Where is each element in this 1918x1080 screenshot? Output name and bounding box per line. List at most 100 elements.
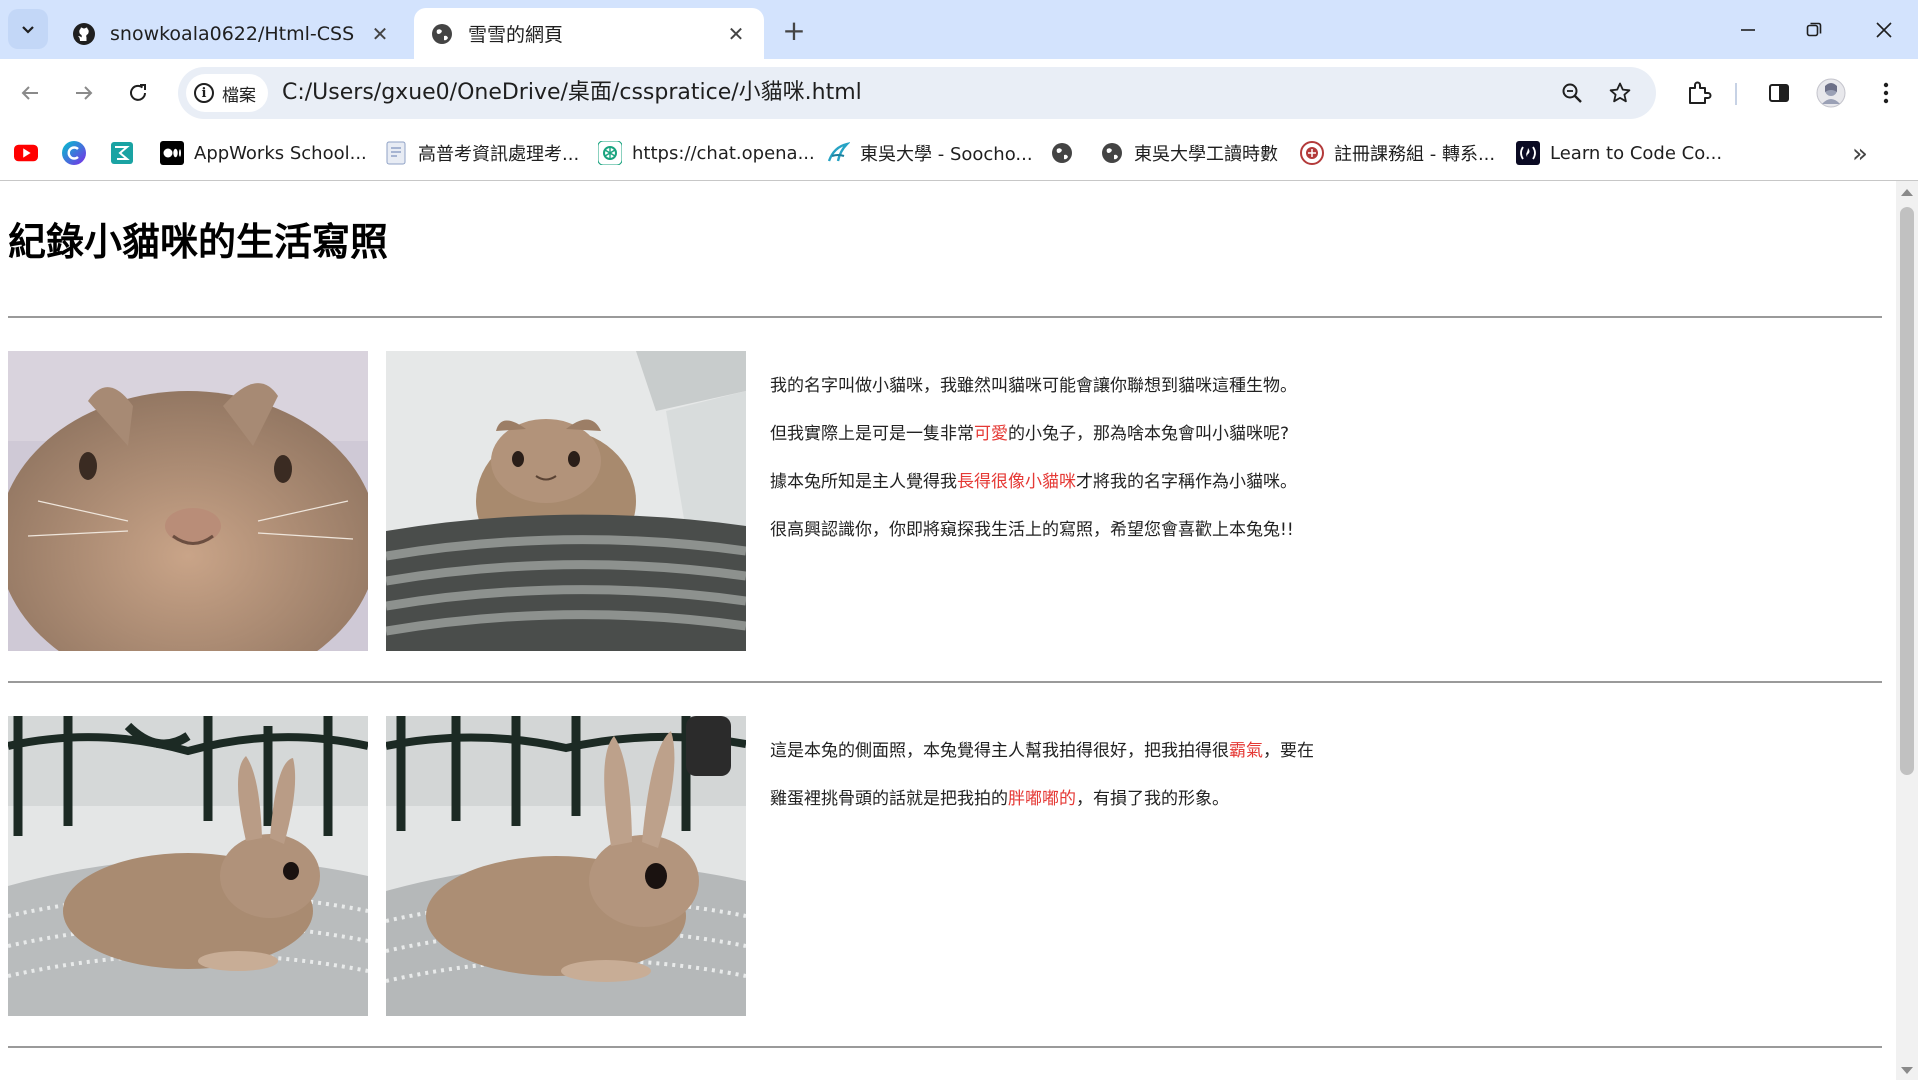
bookmark-freecodecamp[interactable]: Learn to Code Co... <box>1516 139 1722 167</box>
bookmarks-bar: AppWorks School... 高普考資訊處理考... https://c… <box>0 133 1918 173</box>
text-segment: 我的名字叫做小貓咪，我雖然叫貓咪可能會讓你聯想到貓咪這種生物。 <box>770 376 1297 396</box>
document-icon <box>384 141 408 165</box>
seal-icon <box>1300 141 1324 165</box>
text-segment: 雞蛋裡挑骨頭的話就是把我拍的 <box>770 789 1008 809</box>
highlighted-text: 胖嘟嘟的 <box>1008 789 1076 809</box>
divider <box>8 681 1882 683</box>
page-title: 紀錄小貓咪的生活寫照 <box>8 220 389 264</box>
arrow-right-icon <box>76 86 93 100</box>
bookmark-globe[interactable] <box>1050 139 1084 167</box>
bookmark-registrar[interactable]: 註冊課務組 - 轉系... <box>1300 139 1495 167</box>
globe-icon <box>1050 141 1074 165</box>
extensions-icon[interactable] <box>1683 77 1715 109</box>
bookmark-soochow[interactable]: 東吳大學 - Soocho... <box>826 139 1033 167</box>
text-segment: ，有損了我的形象。 <box>1076 789 1229 809</box>
text-segment: 很高興認識你，你即將窺探我生活上的寫照，希望您會喜歡上本兔兔!! <box>770 520 1294 540</box>
tab-search-button[interactable] <box>8 9 48 49</box>
freecodecamp-icon <box>1516 141 1540 165</box>
close-icon <box>1876 22 1892 38</box>
side-line-2: 雞蛋裡挑骨頭的話就是把我拍的胖嘟嘟的，有損了我的形象。 <box>770 784 1229 809</box>
globe-icon <box>430 22 454 46</box>
new-tab-button[interactable]: + <box>778 14 810 47</box>
chevron-down-icon <box>22 26 34 34</box>
back-button[interactable] <box>12 75 48 111</box>
reload-button[interactable] <box>120 75 156 111</box>
scroll-up-arrow-icon[interactable] <box>1901 189 1913 196</box>
toolbar-divider <box>1735 83 1737 105</box>
bookmark-label: 註冊課務組 - 轉系... <box>1334 144 1496 165</box>
page-viewport: 紀錄小貓咪的生活寫照 我的名字叫做小貓咪，我雖然叫貓咪可能會讓你聯想到貓咪這種生… <box>0 181 1896 1080</box>
bookmark-label: 高普考資訊處理考... <box>418 144 580 165</box>
bookmark-chatgpt[interactable]: https://chat.opena... <box>598 139 815 167</box>
intro-line-4: 很高興認識你，你即將窺探我生活上的寫照，希望您會喜歡上本兔兔!! <box>770 515 1294 540</box>
youtube-icon <box>14 141 38 165</box>
scroll-thumb[interactable] <box>1900 207 1914 775</box>
bookmark-youtube[interactable] <box>14 139 48 167</box>
highlighted-text: 可愛 <box>974 424 1008 444</box>
zoom-icon[interactable] <box>1558 79 1586 107</box>
intro-line-1: 我的名字叫做小貓咪，我雖然叫貓咪可能會讓你聯想到貓咪這種生物。 <box>770 371 1297 396</box>
intro-line-3: 據本兔所知是主人覺得我長得很像小貓咪才將我的名字稱作為小貓咪。 <box>770 467 1297 492</box>
site-info-label: 檔案 <box>222 85 256 106</box>
restore-icon <box>1806 22 1822 37</box>
bookmark-appworks[interactable]: AppWorks School... <box>160 139 367 167</box>
bookmark-label: 東吳大學 - Soocho... <box>860 144 1033 165</box>
text-segment: 但我實際上是可是一隻非常 <box>770 424 974 444</box>
text-segment: 這是本兔的側面照，本兔覺得主人幫我拍得很好，把我拍得很 <box>770 741 1229 761</box>
tab-title: 雪雪的網頁 <box>468 24 564 46</box>
bookmark-app[interactable] <box>110 139 144 167</box>
text-segment: ，要在 <box>1263 741 1314 761</box>
rabbit-closeup-photo <box>8 351 368 651</box>
rabbit-lowangle-photo <box>386 351 746 651</box>
bookmark-label: 東吳大學工讀時數 <box>1134 144 1278 165</box>
text-segment: 的小兔子，那為啥本兔會叫小貓咪呢? <box>1008 424 1290 444</box>
menu-kebab-icon[interactable] <box>1870 77 1902 109</box>
tab-strip: snowkoala0622/Html-CSS ✕ 雪雪的網頁 ✕ + <box>0 0 1918 59</box>
globe-icon <box>1100 141 1124 165</box>
intro-line-2: 但我實際上是可是一隻非常可愛的小兔子，那為啥本兔會叫小貓咪呢? <box>770 419 1289 444</box>
forward-button[interactable] <box>66 75 102 111</box>
openai-icon <box>598 141 622 165</box>
minimize-icon <box>1741 29 1755 31</box>
bookmark-canva[interactable] <box>62 139 96 167</box>
bookmark-label: AppWorks School... <box>194 142 367 164</box>
scroll-down-arrow-icon[interactable] <box>1901 1067 1913 1074</box>
info-icon: i <box>194 83 214 103</box>
divider <box>8 316 1882 318</box>
site-info-chip[interactable]: i 檔案 <box>186 74 268 112</box>
bookmark-app-icon <box>110 141 134 165</box>
browser-toolbar: i 檔案 C:/Users/gxue0/OneDrive/桌面/cssprati… <box>0 59 1918 189</box>
minimize-button[interactable] <box>1728 12 1768 48</box>
bookmark-star-icon[interactable] <box>1606 79 1634 107</box>
tab-current[interactable]: 雪雪的網頁 ✕ <box>414 8 764 59</box>
restore-button[interactable] <box>1794 12 1834 48</box>
medium-icon <box>160 141 184 165</box>
arrow-left-icon <box>21 86 38 100</box>
side-panel-icon[interactable] <box>1763 77 1795 109</box>
more-bookmarks-chevron-icon[interactable]: » <box>1852 139 1868 169</box>
text-segment: 據本兔所知是主人覺得我 <box>770 472 957 492</box>
close-icon[interactable]: ✕ <box>368 22 392 46</box>
side-line-1: 這是本兔的側面照，本兔覺得主人幫我拍得很好，把我拍得很霸氣，要在 <box>770 736 1314 761</box>
tab-github[interactable]: snowkoala0622/Html-CSS ✕ <box>56 8 408 59</box>
highlighted-text: 霸氣 <box>1229 741 1263 761</box>
github-icon <box>72 22 96 46</box>
rabbit-side-photo-2 <box>386 716 746 1016</box>
page-scrollbar[interactable] <box>1896 181 1918 1080</box>
bookmark-exam[interactable]: 高普考資訊處理考... <box>384 139 579 167</box>
bookmark-worktime[interactable]: 東吳大學工讀時數 <box>1100 139 1278 167</box>
address-bar[interactable]: i 檔案 C:/Users/gxue0/OneDrive/桌面/cssprati… <box>178 67 1656 119</box>
canva-icon <box>62 141 86 165</box>
bookmark-label: Learn to Code Co... <box>1550 142 1723 164</box>
close-icon[interactable]: ✕ <box>724 22 748 46</box>
url-text[interactable]: C:/Users/gxue0/OneDrive/桌面/csspratice/小貓… <box>282 67 862 119</box>
profile-avatar[interactable] <box>1815 77 1847 109</box>
divider <box>8 1046 1882 1048</box>
close-window-button[interactable] <box>1864 12 1904 48</box>
highlighted-text: 長得很像小貓咪 <box>957 472 1076 492</box>
tab-title: snowkoala0622/Html-CSS <box>110 22 355 45</box>
text-segment: 才將我的名字稱作為小貓咪。 <box>1076 472 1297 492</box>
reload-icon <box>130 84 146 101</box>
soochow-icon <box>826 141 850 165</box>
bookmark-label: https://chat.opena... <box>632 142 815 164</box>
